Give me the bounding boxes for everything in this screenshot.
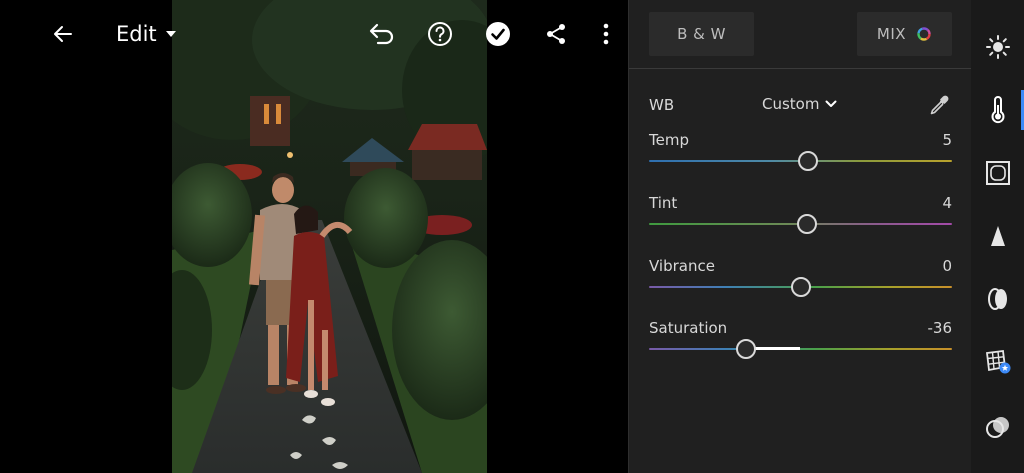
color-wheel-icon (917, 27, 931, 41)
temp-value: 5 (942, 131, 952, 149)
tint-value: 4 (942, 194, 952, 212)
sun-icon (985, 35, 1010, 59)
thermometer-icon (991, 96, 1004, 124)
vibrance-value: 0 (942, 257, 952, 275)
vibrance-thumb[interactable] (790, 277, 811, 297)
top-toolbar: Edit (0, 0, 628, 68)
chevron-down-icon (825, 100, 837, 107)
white-balance-row: WB Custom (649, 92, 952, 118)
rail-item-presets[interactable] (971, 405, 1024, 449)
temp-label: Temp (649, 131, 689, 149)
photo-canvas: Edit (0, 0, 628, 473)
temp-thumb[interactable] (798, 151, 819, 171)
rail-item-geometry[interactable] (971, 340, 1024, 384)
done-button[interactable] (482, 18, 514, 50)
more-vertical-icon (603, 23, 609, 45)
eyedropper-icon (930, 95, 949, 115)
vibrance-slider: Vibrance 0 (649, 257, 952, 301)
more-button[interactable] (590, 18, 622, 50)
tint-slider: Tint 4 (649, 194, 952, 238)
edit-mode-menu[interactable]: Edit (116, 20, 177, 48)
photo-preview[interactable] (172, 0, 487, 473)
overlap-circles-icon (985, 417, 1009, 438)
bw-button[interactable]: B & W (649, 12, 754, 56)
undo-icon (369, 23, 394, 45)
tint-thumb[interactable] (796, 214, 817, 234)
rail-item-effects[interactable] (971, 151, 1024, 195)
photo-image (172, 0, 487, 473)
wb-value: Custom (762, 95, 820, 113)
lens-icon (987, 288, 1007, 310)
edit-mode-label: Edit (116, 22, 157, 46)
saturation-track[interactable] (649, 348, 952, 350)
saturation-label: Saturation (649, 319, 728, 337)
rail-item-optics[interactable] (971, 277, 1024, 321)
vignette-icon (985, 161, 1010, 185)
help-button[interactable] (424, 18, 456, 50)
vibrance-label: Vibrance (649, 257, 715, 275)
mix-button[interactable]: MIX (857, 12, 952, 56)
undo-button[interactable] (366, 18, 398, 50)
help-circle-icon (428, 22, 452, 46)
temp-slider: Temp 5 (649, 131, 952, 175)
rail-item-color[interactable] (971, 88, 1024, 132)
rail-item-light[interactable] (971, 25, 1024, 69)
panel-header: B & W MIX (629, 0, 972, 69)
saturation-thumb[interactable] (735, 339, 756, 359)
bw-button-label: B & W (677, 25, 726, 43)
grid-transform-icon (985, 349, 1010, 374)
wb-eyedropper-button[interactable] (926, 92, 952, 118)
saturation-value: -36 (927, 319, 953, 337)
rail-item-detail[interactable] (971, 214, 1024, 258)
share-icon (547, 24, 565, 44)
saturation-slider: Saturation -36 (649, 319, 952, 363)
tool-rail (971, 0, 1024, 473)
share-button[interactable] (540, 18, 572, 50)
arrow-left-icon (54, 26, 72, 42)
check-circle-icon (486, 22, 510, 46)
wb-select[interactable]: Custom (762, 95, 837, 113)
back-button[interactable] (47, 18, 79, 50)
tint-label: Tint (649, 194, 678, 212)
triangle-icon (990, 226, 1005, 246)
wb-label: WB (649, 96, 675, 114)
caret-down-icon (165, 31, 176, 37)
mix-button-label: MIX (876, 25, 907, 43)
color-panel: B & W MIX WB Custom Temp 5 Tint 4 Vibran… (628, 0, 972, 473)
